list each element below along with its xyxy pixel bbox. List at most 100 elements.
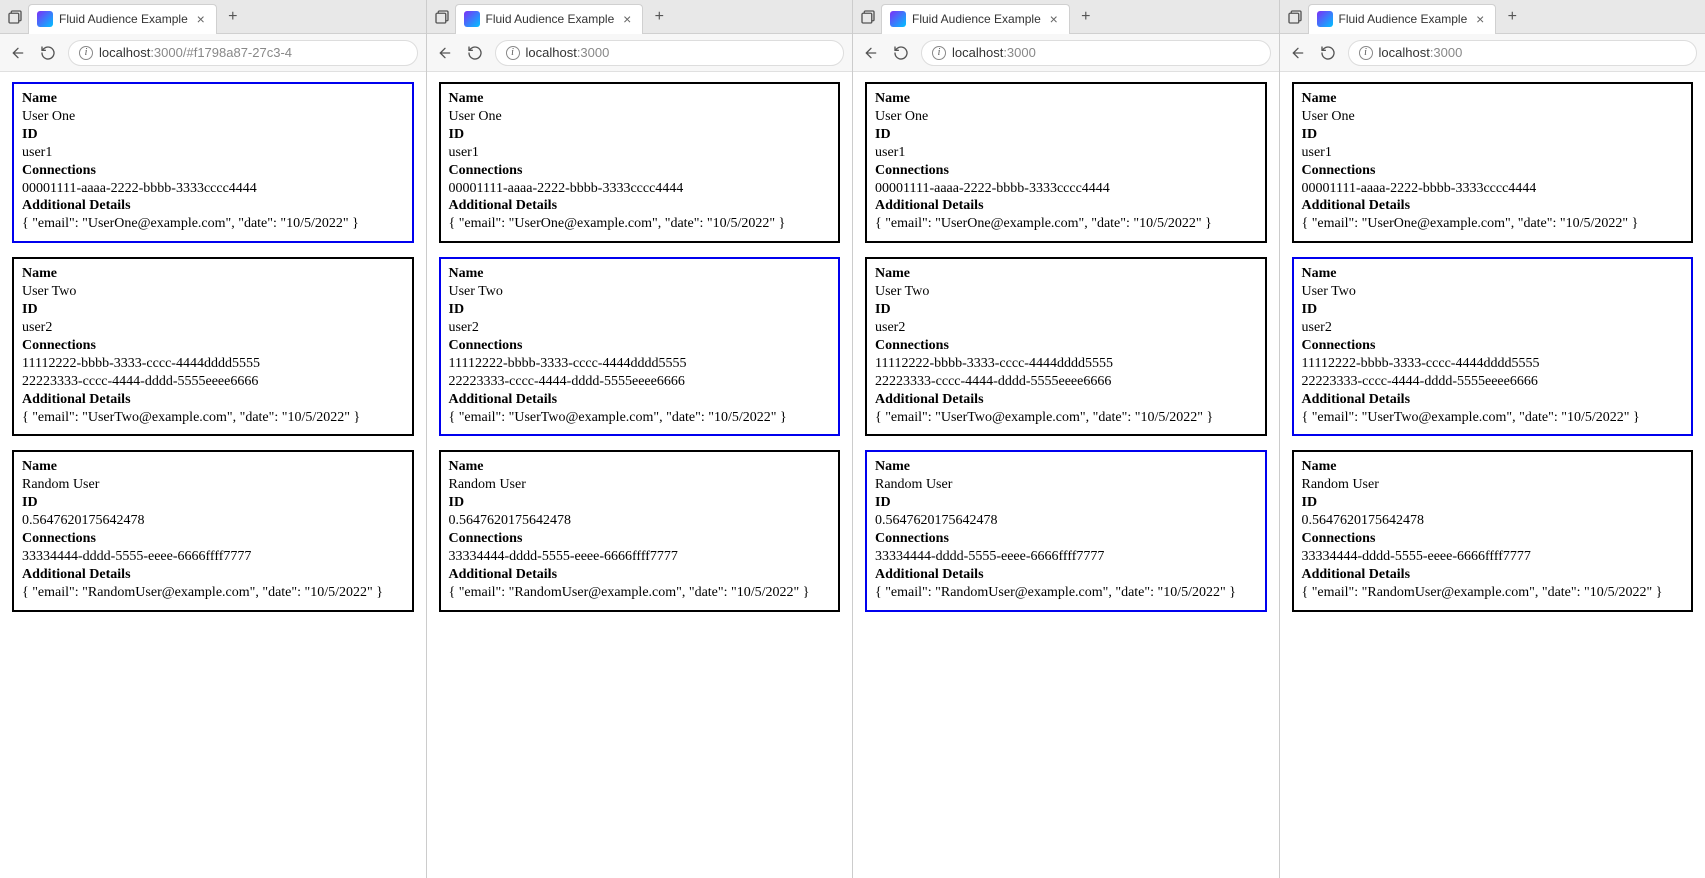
connection-id: 11112222-bbbb-3333-cccc-4444dddd5555 [449,355,831,373]
favicon-icon [464,11,480,27]
field-label: ID [449,126,831,144]
site-info-icon[interactable]: i [932,46,946,60]
field-label: ID [1302,494,1684,512]
user-details-value: { "email": "RandomUser@example.com", "da… [449,584,831,602]
field-label: Connections [449,337,831,355]
field-label: Connections [22,530,404,548]
field-label: Name [875,265,1257,283]
connection-id: 22223333-cccc-4444-dddd-5555eeee6666 [449,373,831,391]
tab-title: Fluid Audience Example [912,12,1041,26]
url-input[interactable]: ilocalhost:3000 [495,40,845,66]
user-card[interactable]: NameUser OneIDuser1Connections00001111-a… [1292,82,1694,243]
field-label: Connections [875,162,1257,180]
tab-title: Fluid Audience Example [1339,12,1468,26]
field-label: ID [875,126,1257,144]
user-card[interactable]: NameRandom UserID0.5647620175642478Conne… [1292,450,1694,611]
user-name-value: Random User [22,476,404,494]
field-label: ID [875,494,1257,512]
field-label: Additional Details [22,391,404,409]
field-label: ID [22,494,404,512]
browser-window: Fluid Audience Example×+ i localhost:3000/… [0,0,427,878]
field-label: Connections [22,162,404,180]
url-input[interactable]: ilocalhost:3000 [921,40,1271,66]
refresh-button[interactable] [465,43,485,63]
tab-overview-icon[interactable] [433,8,451,26]
user-card[interactable]: NameUser TwoIDuser2Connections11112222-b… [439,257,841,436]
browser-tab[interactable]: Fluid Audience Example × [881,4,1070,34]
url-input[interactable]: i localhost:3000 [1348,40,1698,66]
field-label: Additional Details [1302,197,1684,215]
site-info-icon[interactable]: i [79,46,93,60]
field-label: Name [1302,265,1684,283]
user-card[interactable]: NameUser TwoIDuser2Connections11112222-b… [1292,257,1694,436]
field-label: Additional Details [449,566,831,584]
user-name-value: User Two [1302,283,1684,301]
site-info-icon[interactable]: i [1359,46,1373,60]
close-icon[interactable]: × [1473,12,1487,26]
user-card[interactable]: NameRandom UserID0.5647620175642478Conne… [865,450,1267,611]
field-label: Name [1302,458,1684,476]
address-bar: i localhost:3000 [1280,34,1705,72]
connection-id: 00001111-aaaa-2222-bbbb-3333cccc4444 [22,180,404,198]
close-icon[interactable]: × [1047,12,1061,26]
new-tab-button[interactable]: + [1074,5,1098,29]
user-card[interactable]: NameUser TwoIDuser2Connections11112222-b… [12,257,414,436]
field-label: Additional Details [22,566,404,584]
user-details-value: { "email": "UserOne@example.com", "date"… [449,215,831,233]
user-card[interactable]: NameRandom UserID0.5647620175642478Conne… [12,450,414,611]
field-label: Additional Details [449,391,831,409]
user-details-value: { "email": "UserOne@example.com", "date"… [22,215,404,233]
field-label: ID [1302,301,1684,319]
new-tab-button[interactable]: + [1500,5,1524,29]
user-card[interactable]: NameUser OneIDuser1Connections00001111-a… [439,82,841,243]
back-button[interactable] [861,43,881,63]
tab-bar: Fluid Audience Example×+ [427,0,853,34]
url-text: localhost:3000 [1379,45,1463,60]
back-button[interactable] [1288,43,1308,63]
user-details-value: { "email": "UserOne@example.com", "date"… [1302,215,1684,233]
back-button[interactable] [8,43,28,63]
connection-id: 11112222-bbbb-3333-cccc-4444dddd5555 [875,355,1257,373]
user-details-value: { "email": "UserTwo@example.com", "date"… [1302,409,1684,427]
url-input[interactable]: i localhost:3000/#f1798a87-27c3-4 [68,40,418,66]
close-icon[interactable]: × [620,12,634,26]
browser-tab[interactable]: Fluid Audience Example× [455,4,644,34]
field-label: Name [449,265,831,283]
field-label: Connections [22,337,404,355]
refresh-button[interactable] [891,43,911,63]
connection-id: 00001111-aaaa-2222-bbbb-3333cccc4444 [875,180,1257,198]
user-id-value: user2 [1302,319,1684,337]
field-label: ID [449,494,831,512]
refresh-button[interactable] [38,43,58,63]
site-info-icon[interactable]: i [506,46,520,60]
user-card[interactable]: NameUser OneIDuser1Connections00001111-a… [865,82,1267,243]
back-button[interactable] [435,43,455,63]
url-text: localhost:3000/#f1798a87-27c3-4 [99,45,292,60]
refresh-button[interactable] [1318,43,1338,63]
browser-tab[interactable]: Fluid Audience Example × [1308,4,1497,34]
connection-id: 33334444-dddd-5555-eeee-6666ffff7777 [22,548,404,566]
field-label: Name [22,458,404,476]
close-icon[interactable]: × [194,12,208,26]
field-label: Name [875,90,1257,108]
user-details-value: { "email": "RandomUser@example.com", "da… [875,584,1257,602]
user-id-value: 0.5647620175642478 [22,512,404,530]
favicon-icon [37,11,53,27]
tab-overview-icon[interactable] [6,8,24,26]
field-label: Name [875,458,1257,476]
user-name-value: User One [1302,108,1684,126]
user-card[interactable]: NameUser TwoIDuser2Connections11112222-b… [865,257,1267,436]
field-label: Additional Details [1302,566,1684,584]
browser-tab[interactable]: Fluid Audience Example× [28,4,217,34]
tab-overview-icon[interactable] [859,8,877,26]
field-label: ID [22,301,404,319]
connection-id: 22223333-cccc-4444-dddd-5555eeee6666 [22,373,404,391]
user-card[interactable]: NameUser OneIDuser1Connections00001111-a… [12,82,414,243]
new-tab-button[interactable]: + [221,5,245,29]
new-tab-button[interactable]: + [647,5,671,29]
favicon-icon [1317,11,1333,27]
tab-overview-icon[interactable] [1286,8,1304,26]
user-card[interactable]: NameRandom UserID0.5647620175642478Conne… [439,450,841,611]
field-label: Name [1302,90,1684,108]
field-label: Additional Details [449,197,831,215]
